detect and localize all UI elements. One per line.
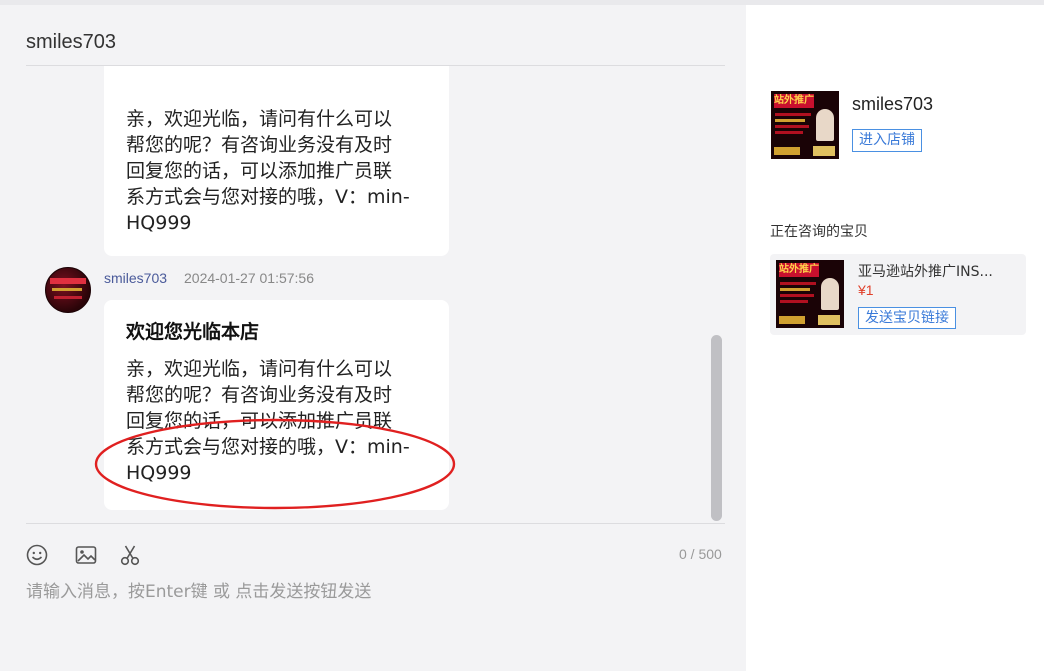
chat-pane: smiles703 亲，欢迎光临，请问有什么可以 帮您的呢？有咨询业务没有及时 … — [0, 5, 746, 671]
shop-logo[interactable]: 站外推广 — [771, 91, 839, 159]
emoji-icon[interactable] — [26, 544, 48, 566]
input-divider — [26, 523, 725, 524]
consulting-title: 正在咨询的宝贝 — [770, 224, 868, 240]
char-counter: 0 / 500 — [679, 546, 722, 562]
shop-panel: 站外推广 smiles703 进入店铺 正在咨询的宝贝 站外推广 亚马逊站外推广… — [746, 5, 1044, 671]
chat-title: smiles703 — [26, 31, 117, 53]
product-thumbnail[interactable]: 站外推广 — [776, 260, 844, 328]
product-name[interactable]: 亚马逊站外推广INS... — [858, 261, 1008, 281]
message-input[interactable]: 请输入消息，按Enter键 或 点击发送按钮发送 — [26, 577, 371, 602]
annotation-ellipse — [94, 418, 456, 510]
send-product-link-button[interactable]: 发送宝贝链接 — [858, 307, 956, 329]
image-icon[interactable] — [75, 544, 97, 566]
scissors-icon[interactable] — [119, 544, 141, 566]
product-price: ¥1 — [858, 282, 874, 298]
message-bubble: 亲，欢迎光临，请问有什么可以 帮您的呢？有咨询业务没有及时 回复您的话，可以添加… — [104, 66, 449, 256]
avatar[interactable] — [45, 267, 91, 313]
message-title: 欢迎您光临本店 — [126, 321, 260, 343]
shop-name: smiles703 — [852, 94, 934, 114]
message-sender: smiles703 — [104, 270, 168, 286]
message-timestamp: 2024-01-27 01:57:56 — [184, 270, 314, 286]
message-text: 亲，欢迎光临，请问有什么可以 帮您的呢？有咨询业务没有及时 回复您的话，可以添加… — [126, 108, 410, 234]
enter-shop-button[interactable]: 进入店铺 — [852, 129, 922, 152]
scrollbar-thumb[interactable] — [711, 335, 722, 521]
